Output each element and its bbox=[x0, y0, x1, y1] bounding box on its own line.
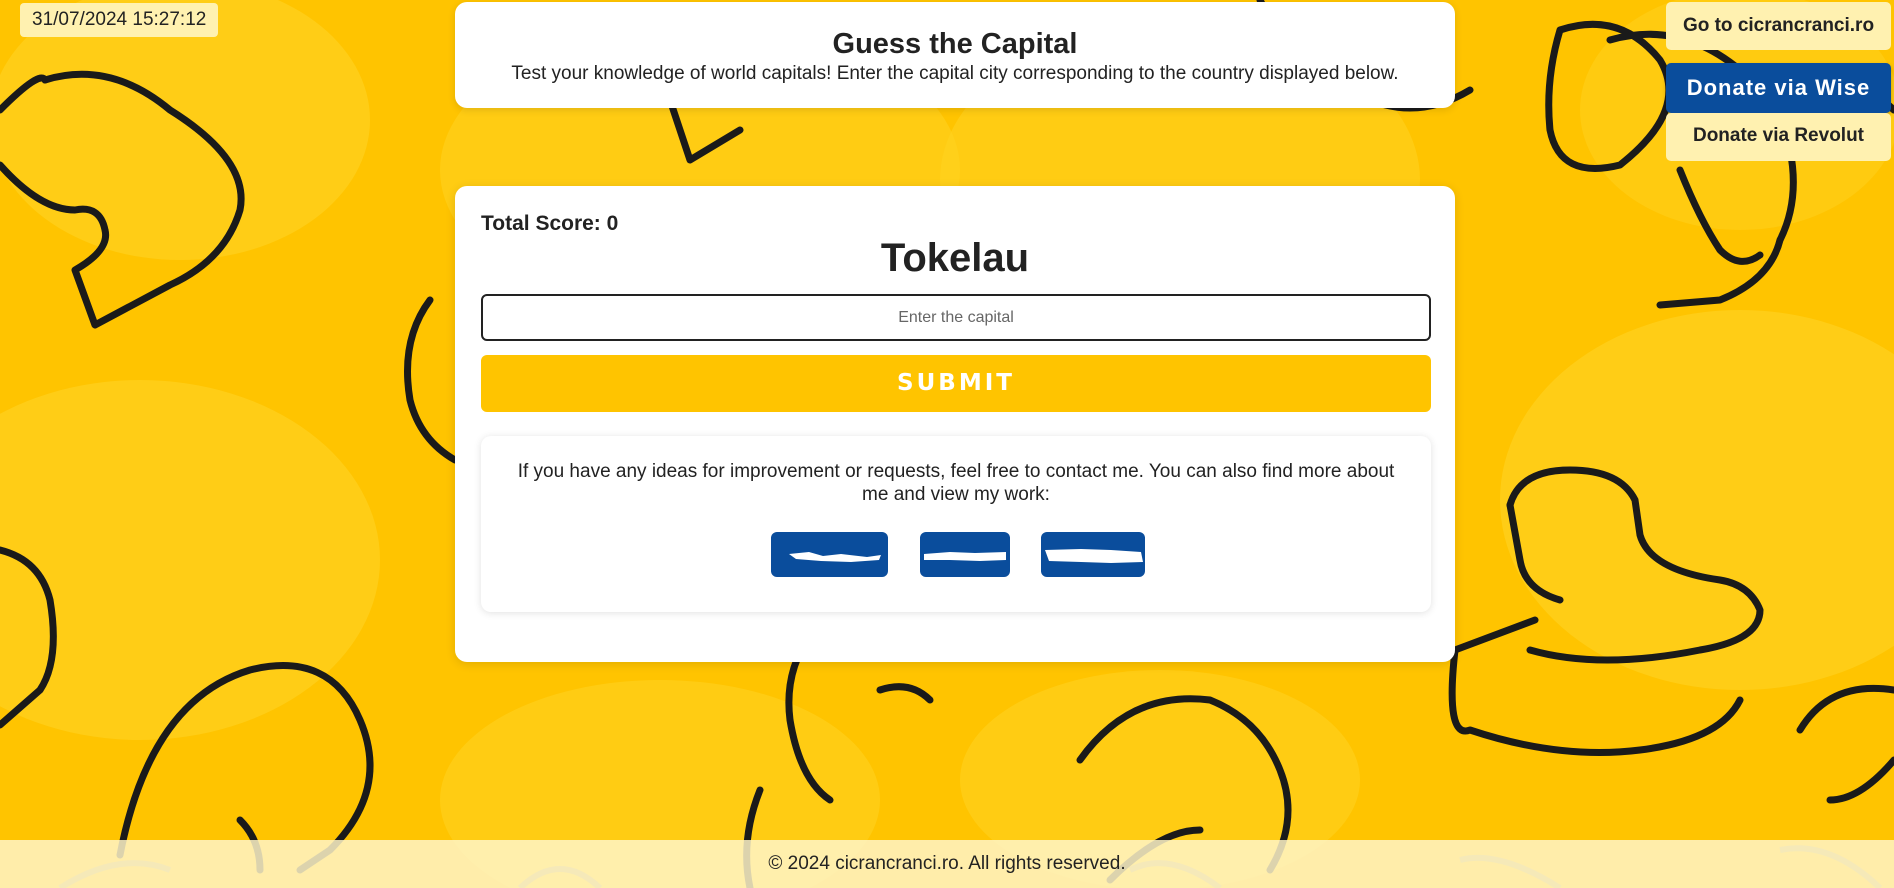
instagram-icon[interactable] bbox=[1041, 532, 1145, 577]
facebook-icon[interactable] bbox=[920, 532, 1010, 577]
country-name: Tokelau bbox=[880, 236, 1030, 280]
header-card: Guess the Capital Test your knowledge of… bbox=[455, 2, 1455, 108]
go-to-site-button[interactable]: Go to cicrancranci.ro bbox=[1666, 2, 1891, 50]
contact-text: If you have any ideas for improvement or… bbox=[517, 461, 1395, 505]
footer: © 2024 cicrancranci.ro. All rights reser… bbox=[0, 840, 1894, 888]
capital-input[interactable] bbox=[481, 294, 1431, 341]
datetime-display: 31/07/2024 15:27:12 bbox=[20, 3, 219, 37]
donate-revolut-button[interactable]: Donate via Revolut bbox=[1666, 113, 1891, 161]
submit-button[interactable]: SUBMIT bbox=[481, 355, 1431, 412]
linkedin-icon[interactable] bbox=[771, 532, 888, 577]
top-right-actions: Go to cicrancranci.ro Donate via Wise Do… bbox=[1666, 2, 1891, 161]
total-score: Total Score: 0 bbox=[481, 212, 619, 235]
page-title: Guess the Capital bbox=[832, 28, 1078, 60]
donate-wise-button[interactable]: Donate via Wise bbox=[1666, 63, 1891, 113]
contact-card: If you have any ideas for improvement or… bbox=[481, 436, 1431, 612]
page-subtitle: Test your knowledge of world capitals! E… bbox=[511, 63, 1399, 84]
game-card: Total Score: 0 Tokelau SUBMIT If you hav… bbox=[455, 186, 1455, 662]
